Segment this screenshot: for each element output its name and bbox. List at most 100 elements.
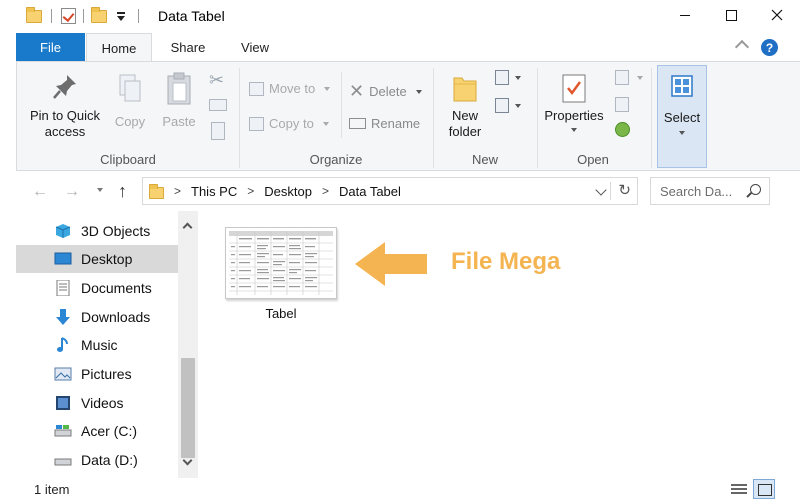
- easy-access-icon[interactable]: [495, 98, 509, 113]
- pin-icon: [53, 75, 76, 99]
- copy-icon: [119, 74, 141, 102]
- address-bar[interactable]: > This PC > Desktop > Data Tabel ↻: [142, 177, 638, 205]
- nav-item-documents[interactable]: Documents: [16, 274, 178, 302]
- breadcrumb-this-pc[interactable]: This PC: [191, 184, 237, 199]
- minimize-button[interactable]: [662, 0, 708, 30]
- copy-to-icon: [249, 116, 264, 131]
- new-folder-icon[interactable]: [91, 6, 107, 23]
- tab-home[interactable]: Home: [86, 33, 152, 62]
- maximize-button[interactable]: [708, 0, 754, 30]
- nav-item-music[interactable]: Music: [16, 331, 178, 359]
- back-arrow-icon[interactable]: ←: [32, 183, 48, 201]
- details-view-icon[interactable]: [731, 482, 747, 496]
- paste-button[interactable]: Paste: [157, 72, 201, 130]
- forward-arrow-icon[interactable]: →: [64, 183, 80, 201]
- organize-group-label: Organize: [309, 152, 363, 167]
- nav-label: 3D Objects: [81, 223, 151, 239]
- new-item-icon[interactable]: [495, 70, 509, 85]
- drive-c-icon: [54, 425, 72, 437]
- nav-item-drive-d[interactable]: Data (D:): [16, 446, 178, 474]
- search-box[interactable]: Search Da...: [650, 177, 770, 205]
- up-arrow-icon[interactable]: ↑: [118, 181, 127, 202]
- cut-icon[interactable]: ✂: [209, 70, 224, 91]
- breadcrumb-chevron-icon[interactable]: >: [322, 184, 329, 198]
- close-icon: [771, 9, 783, 21]
- file-item-tabel[interactable]: Tabel: [224, 227, 338, 321]
- pin-label: Pin to Quick access: [29, 108, 101, 139]
- address-dropdown-icon[interactable]: [595, 184, 607, 196]
- pin-quick-access-button[interactable]: Pin to Quick access: [23, 72, 107, 140]
- copy-path-icon[interactable]: [209, 99, 227, 111]
- chevron-down-icon: [679, 131, 685, 135]
- arrow-left-icon: [355, 242, 427, 286]
- chevron-down-icon: [571, 128, 577, 132]
- large-icons-view-icon[interactable]: [753, 479, 775, 499]
- history-icon[interactable]: [615, 122, 630, 137]
- chevron-down-icon: [515, 104, 521, 108]
- paste-shortcut-icon[interactable]: [211, 122, 225, 140]
- file-name: Tabel: [265, 306, 297, 321]
- music-icon: [57, 337, 68, 352]
- properties-button[interactable]: Properties: [541, 72, 607, 132]
- tab-file[interactable]: File: [16, 33, 85, 62]
- minimize-icon: [680, 14, 690, 16]
- tab-share[interactable]: Share: [158, 33, 218, 62]
- edit-icon[interactable]: [615, 97, 629, 112]
- nav-item-3d-objects[interactable]: 3D Objects: [16, 217, 178, 245]
- address-row: ← → ↑ > This PC > Desktop > Data Tabel ↻…: [0, 171, 800, 211]
- nav-label: Videos: [81, 395, 124, 411]
- properties-label: Properties: [544, 108, 604, 123]
- select-grid-icon: [671, 75, 693, 97]
- nav-item-videos[interactable]: Videos: [16, 389, 178, 417]
- window-title: Data Tabel: [158, 8, 225, 24]
- recent-locations-icon[interactable]: [97, 188, 103, 192]
- customize-toolbar-icon[interactable]: [113, 8, 129, 24]
- spreadsheet-thumbnail-icon: [229, 231, 333, 295]
- new-folder-icon: [453, 77, 477, 102]
- scroll-thumb[interactable]: [181, 358, 195, 458]
- open-icon[interactable]: [615, 70, 629, 85]
- nav-label: Documents: [81, 280, 152, 296]
- address-divider: [610, 182, 611, 200]
- downloads-icon: [56, 309, 70, 325]
- nav-label: Desktop: [81, 251, 133, 267]
- breadcrumb-chevron-icon[interactable]: >: [174, 184, 181, 198]
- properties-check-icon[interactable]: [61, 8, 76, 24]
- breadcrumb-chevron-icon[interactable]: >: [247, 184, 254, 198]
- help-icon[interactable]: ?: [761, 39, 778, 56]
- search-placeholder: Search Da...: [660, 183, 733, 199]
- nav-scrollbar[interactable]: [178, 211, 198, 478]
- ribbon-tabs: File Home Share View ?: [0, 32, 800, 62]
- file-thumbnail: [225, 227, 337, 299]
- search-icon: [750, 184, 761, 195]
- cube-icon: [55, 224, 71, 238]
- nav-item-downloads[interactable]: Downloads: [16, 303, 178, 331]
- copy-to-button[interactable]: Copy to: [249, 116, 329, 131]
- delete-label: Delete: [369, 84, 407, 99]
- videos-icon: [56, 396, 70, 410]
- quick-access-toolbar: [0, 0, 148, 32]
- copy-button[interactable]: Copy: [109, 72, 151, 130]
- toolbar-separator: [83, 9, 84, 23]
- select-button[interactable]: Select: [657, 65, 707, 168]
- chevron-down-icon: [415, 89, 422, 94]
- new-folder-button[interactable]: New folder: [441, 72, 489, 140]
- delete-x-icon: ✕: [349, 81, 365, 101]
- close-button[interactable]: [754, 0, 800, 30]
- collapse-ribbon-icon[interactable]: [734, 39, 750, 55]
- refresh-icon[interactable]: ↻: [618, 181, 631, 199]
- nav-item-drive-c[interactable]: Acer (C:): [16, 417, 178, 445]
- file-list: Tabel File Mega: [198, 211, 800, 478]
- nav-item-desktop[interactable]: Desktop: [16, 245, 178, 273]
- nav-item-pictures[interactable]: Pictures: [16, 360, 178, 388]
- scroll-up-icon[interactable]: [182, 222, 193, 233]
- folder-icon: [26, 6, 42, 23]
- move-to-label: Move to: [269, 81, 316, 96]
- breadcrumb-data-tabel[interactable]: Data Tabel: [339, 184, 401, 199]
- rename-button[interactable]: Rename: [349, 116, 420, 131]
- organize-separator: [341, 72, 342, 138]
- breadcrumb-desktop[interactable]: Desktop: [264, 184, 312, 199]
- delete-button[interactable]: ✕ Delete: [349, 81, 422, 102]
- move-to-button[interactable]: Move to: [249, 81, 331, 96]
- tab-view[interactable]: View: [226, 33, 284, 62]
